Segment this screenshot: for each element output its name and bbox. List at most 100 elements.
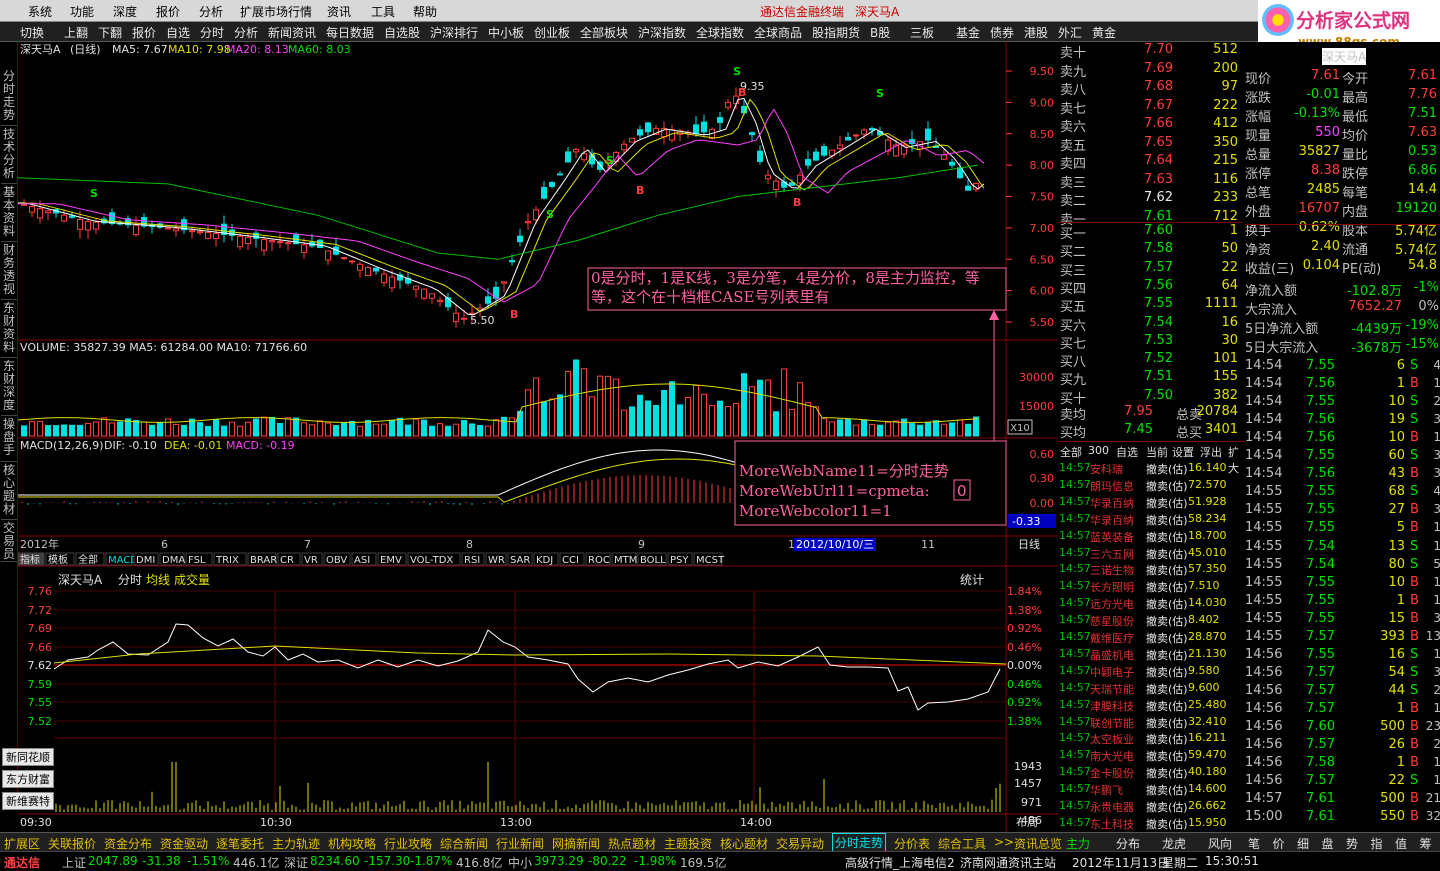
tick-tab-6[interactable]: 值 [1395,835,1407,852]
monitor-row[interactable]: 14:57 安科瑞 撤卖(估) 16.140 [1058,461,1245,478]
toolbar-item-3[interactable]: 报价 [132,24,156,41]
menu-depth[interactable]: 深度 [113,3,137,20]
buy-level-5[interactable]: 买五 7.55 1111 [1058,296,1242,315]
left-tab-3[interactable]: 财务透视 [1,244,17,300]
toolbar-item-15[interactable]: 全球指数 [696,24,744,41]
monitor-tab-2[interactable]: 自选 [1116,444,1138,460]
monitor-row[interactable]: 14:57 天瑞节能 撤卖(估) 9.600 [1058,681,1245,698]
monitor-row[interactable]: 14:57 津膜科技 撤卖(估) 25.480 [1058,698,1245,715]
toolbar-item-21[interactable]: 债券 [990,24,1014,41]
buy-level-10[interactable]: 买十 7.50 382 [1058,388,1242,407]
monitor-tab-3[interactable]: 当前 [1146,444,1168,460]
menu-function[interactable]: 功能 [70,3,94,20]
sell-level-8[interactable]: 卖八 7.68 97 [1058,79,1242,98]
monitor-row[interactable]: 14:57 戴维医疗 撤卖(估) 28.870 [1058,630,1245,647]
toolbar-item-12[interactable]: 创业板 [534,24,570,41]
toolbar-item-5[interactable]: 分时 [200,24,224,41]
buy-level-6[interactable]: 买六 7.54 16 [1058,315,1242,334]
monitor-row[interactable]: 14:57 华鹏飞 撤卖(估) 14.600 [1058,782,1245,799]
toolbar-item-24[interactable]: 黄金 [1092,24,1116,41]
bottom-tab-14[interactable]: 交易异动 [776,835,824,852]
right-tab-0[interactable]: 主力 [1066,835,1090,852]
sell-level-4[interactable]: 卖四 7.64 215 [1058,153,1242,172]
sell-level-3[interactable]: 卖三 7.63 116 [1058,172,1242,191]
toolbar-item-18[interactable]: B股 [870,24,890,41]
tick-tab-1[interactable]: 价 [1273,835,1285,852]
monitor-row[interactable]: 14:57 联创节能 撤卖(估) 32.410 [1058,715,1245,732]
bottom-tab-3[interactable]: 资金驱动 [160,835,208,852]
toolbar-item-20[interactable]: 基金 [956,24,980,41]
monitor-tab-5[interactable]: 浮出 [1200,444,1222,460]
bottom-tab-7[interactable]: 行业攻略 [384,835,432,852]
toolbar-item-8[interactable]: 每日数据 [326,24,374,41]
toolbar-item-2[interactable]: 下翻 [98,24,122,41]
left-tab-4[interactable]: 东财资料 [1,302,17,358]
bottom-tab-0[interactable]: 扩展区 [4,835,40,852]
right-tab-2[interactable]: 龙虎 [1162,835,1186,852]
monitor-row[interactable]: 14:57 华录百纳 撤卖(估) 51.928 [1058,495,1245,512]
toolbar-item-16[interactable]: 全球商品 [754,24,802,41]
monitor-row[interactable]: 14:57 金卡股份 撤卖(估) 40.180 [1058,765,1245,782]
bottom-tab-18[interactable]: >> [994,835,1014,849]
buy-level-9[interactable]: 买九 7.51 155 [1058,369,1242,388]
bottom-tab-17[interactable]: 综合工具 [938,835,986,852]
monitor-row[interactable]: 14:57 中颖电子 撤卖(估) 9.580 [1058,664,1245,681]
monitor-row[interactable]: 14:57 晶盛机电 撤卖(估) 21.130 [1058,647,1245,664]
bottom-tab-12[interactable]: 主题投资 [664,835,712,852]
monitor-row[interactable]: 14:57 朗玛信息 撤卖(估) 72.570 [1058,478,1245,495]
bottom-tab-10[interactable]: 网摘新闻 [552,835,600,852]
left-tab-5[interactable]: 东财深度 [1,360,17,416]
monitor-row[interactable]: 14:57 蓝英装备 撤卖(估) 18.700 [1058,529,1245,546]
tick-tab-7[interactable]: 筹 [1420,835,1432,852]
toolbar-item-17[interactable]: 股指期货 [812,24,860,41]
bottom-tab-6[interactable]: 机构攻略 [328,835,376,852]
bottom-tab-8[interactable]: 综合新闻 [440,835,488,852]
monitor-row[interactable]: 14:57 长方照明 撤卖(估) 7.510 [1058,579,1245,596]
bottom-tab-4[interactable]: 逐笔委托 [216,835,264,852]
tick-tab-5[interactable]: 指 [1371,835,1383,852]
monitor-row[interactable]: 14:57 华录百纳 撤卖(估) 58.234 [1058,512,1245,529]
sell-level-5[interactable]: 卖五 7.65 350 [1058,135,1242,154]
menu-help[interactable]: 帮助 [413,3,437,20]
menu-tools[interactable]: 工具 [371,3,395,20]
toolbar-item-14[interactable]: 沪深指数 [638,24,686,41]
monitor-row[interactable]: 14:57 太空板业 撤卖(估) 16.211 [1058,731,1245,748]
left-tab-7[interactable]: 核心题材 [1,464,17,520]
tick-tab-0[interactable]: 笔 [1248,835,1260,852]
toolbar-item-13[interactable]: 全部板块 [580,24,628,41]
sell-level-9[interactable]: 卖九 7.69 200 [1058,61,1242,80]
toolbar-item-23[interactable]: 外汇 [1058,24,1082,41]
bottom-tab-5[interactable]: 主力轨迹 [272,835,320,852]
toolbar-item-22[interactable]: 港股 [1024,24,1048,41]
bottom-tab-11[interactable]: 热点题材 [608,835,656,852]
left-tab-8[interactable]: 交易员 [1,522,17,562]
buy-level-3[interactable]: 买三 7.57 22 [1058,260,1242,279]
toolbar-item-11[interactable]: 中小板 [488,24,524,41]
toolbar-item-19[interactable]: 三板 [910,24,934,41]
sell-level-7[interactable]: 卖七 7.67 222 [1058,98,1242,117]
buy-level-7[interactable]: 买七 7.53 30 [1058,333,1242,352]
tick-tab-4[interactable]: 势 [1346,835,1358,852]
monitor-row[interactable]: 14:57 三诺生物 撤卖(估) 57.350 [1058,562,1245,579]
menu-analysis[interactable]: 分析 [199,3,223,20]
side-button-ths[interactable]: 新同花顺 [2,748,54,766]
right-tab-3[interactable]: 风向 [1208,835,1232,852]
toolbar-item-7[interactable]: 新闻资讯 [268,24,316,41]
main-chart-area[interactable]: 9.50 9.00 8.50 8.00 7.50 7.00 6.50 6.00 5.50 深天马A… [18,42,1058,832]
toolbar-item-1[interactable]: 上翻 [64,24,88,41]
menu-news[interactable]: 资讯 [327,3,351,20]
bottom-tab-16[interactable]: 分价表 [894,835,930,852]
right-tab-1[interactable]: 分布 [1116,835,1140,852]
left-tab-0[interactable]: 分时走势 [1,70,17,126]
left-tab-2[interactable]: 基本资料 [1,186,17,242]
bottom-tab-15[interactable]: 分时走势 [832,833,887,852]
toolbar-item-4[interactable]: 自选 [166,24,190,41]
bottom-tab-13[interactable]: 核心题材 [720,835,768,852]
toolbar-item-10[interactable]: 沪深排行 [430,24,478,41]
monitor-row[interactable]: 14:57 远方光电 撤卖(估) 14.030 [1058,596,1245,613]
monitor-row[interactable]: 14:57 三六五网 撤卖(估) 45.010 [1058,546,1245,563]
left-tab-1[interactable]: 技术分析 [1,128,17,184]
tick-tab-2[interactable]: 细 [1297,835,1309,852]
tick-tab-3[interactable]: 盘 [1322,835,1334,852]
side-button-eastmoney[interactable]: 东方财富 [2,770,54,788]
